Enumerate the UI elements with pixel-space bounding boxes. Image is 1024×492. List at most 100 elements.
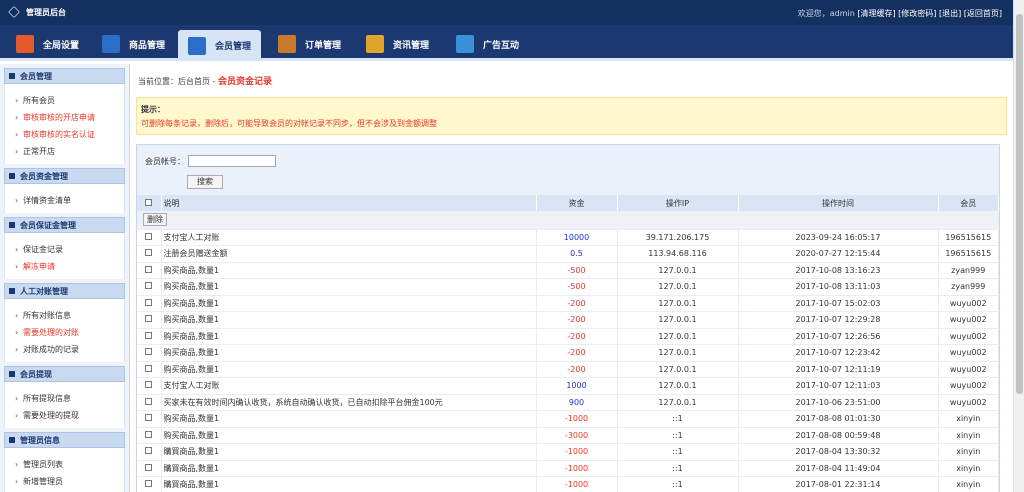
sidebar-item[interactable]: 保证金记录 xyxy=(5,241,124,258)
row-checkbox[interactable] xyxy=(145,331,153,339)
row-member: xinyin xyxy=(938,427,999,444)
row-select-cell xyxy=(137,245,162,263)
row-ip: 127.0.0.1 xyxy=(617,328,739,345)
row-checkbox[interactable] xyxy=(145,397,153,405)
logout-link[interactable]: [退出] xyxy=(939,9,961,18)
sidebar-item[interactable]: 正常开店 xyxy=(5,143,124,160)
row-description: 购买商品,数量1 xyxy=(161,410,537,428)
row-ip: ::1 xyxy=(617,460,739,477)
row-time: 2017-08-04 13:30:32 xyxy=(738,443,939,461)
grid-icon xyxy=(102,35,120,53)
row-amount: 1000 xyxy=(536,377,618,395)
tab-3[interactable]: 订单管理 xyxy=(268,30,351,58)
sidebar-section-title: 会员保证金管理 xyxy=(20,220,76,230)
row-checkbox[interactable] xyxy=(145,282,153,290)
row-member: zyan999 xyxy=(938,278,999,296)
sidebar-section-3[interactable]: 人工对账管理 xyxy=(4,283,125,299)
row-checkbox[interactable] xyxy=(145,265,153,273)
sidebar-section-1[interactable]: 会员资金管理 xyxy=(4,168,125,184)
sidebar-item[interactable]: 新增管理员 xyxy=(5,473,124,490)
sidebar-section-title: 会员提现 xyxy=(20,369,52,379)
sidebar-item[interactable]: 所有提现信息 xyxy=(5,390,124,407)
row-checkbox[interactable] xyxy=(145,364,153,372)
row-checkbox[interactable] xyxy=(145,249,153,257)
sidebar-item[interactable]: 对账成功的记录 xyxy=(5,341,124,358)
sidebar-item[interactable]: 需要处理的对账 xyxy=(5,324,124,341)
row-checkbox[interactable] xyxy=(145,348,153,356)
row-checkbox[interactable] xyxy=(145,414,153,422)
row-ip: 127.0.0.1 xyxy=(617,361,739,378)
row-select-cell xyxy=(137,295,162,312)
section-bullet-icon xyxy=(9,288,15,294)
row-time: 2017-08-08 01:01:30 xyxy=(738,410,939,428)
row-description: 支付宝人工对账 xyxy=(161,377,537,395)
row-member: wuyu002 xyxy=(938,344,999,362)
row-description: 購買商品,數量1 xyxy=(161,476,537,492)
sidebar-section-2[interactable]: 会员保证金管理 xyxy=(4,217,125,233)
scrollbar-thumb[interactable] xyxy=(1016,14,1023,394)
tab-2[interactable]: 会员管理 xyxy=(178,30,262,61)
row-amount: -200 xyxy=(536,344,618,362)
sidebar-section-body: 管理员列表新增管理员 xyxy=(4,448,125,492)
row-member: xinyin xyxy=(938,443,999,461)
row-member: xinyin xyxy=(938,460,999,477)
col-member: 会员 xyxy=(938,195,999,211)
briefcase-icon xyxy=(366,35,384,53)
row-time: 2017-10-07 12:26:56 xyxy=(738,328,939,345)
sidebar-section-4[interactable]: 会员提现 xyxy=(4,366,125,382)
row-checkbox[interactable] xyxy=(145,381,153,389)
row-member: wuyu002 xyxy=(938,295,999,312)
table-header-row: 说明 资金 操作IP 操作时间 会员 xyxy=(137,195,999,211)
records-panel: 会员帐号： 搜索 说明 资金 操作IP 操作时间 会员 删除 支付宝人工对账 10… xyxy=(136,144,1000,492)
row-ip: 127.0.0.1 xyxy=(617,262,739,279)
tab-label: 订单管理 xyxy=(305,40,342,51)
tab-4[interactable]: 资讯管理 xyxy=(356,30,439,58)
tab-label: 全局设置 xyxy=(43,40,80,51)
back-home-link[interactable]: [返回首页] xyxy=(964,9,1002,18)
col-description: 说明 xyxy=(161,195,537,211)
row-checkbox[interactable] xyxy=(145,232,153,240)
row-member: 196515615 xyxy=(938,229,999,246)
sidebar-item[interactable]: 解冻申请 xyxy=(5,258,124,275)
row-checkbox[interactable] xyxy=(145,298,153,306)
sidebar-item[interactable]: 审核审核的实名认证 xyxy=(5,126,124,143)
change-password-link[interactable]: [修改密码] xyxy=(898,9,936,18)
col-time: 操作时间 xyxy=(738,195,939,211)
table-row: 购买商品,数量1 -3000::1 2017-08-08 00:59:48 xinyi… xyxy=(137,427,999,444)
row-checkbox[interactable] xyxy=(145,480,153,488)
clear-cache-link[interactable]: [清理缓存] xyxy=(857,9,895,18)
page-scrollbar[interactable] xyxy=(1013,0,1024,492)
sidebar-item[interactable]: 所有对账信息 xyxy=(5,307,124,324)
sidebar-item[interactable]: 所有会员 xyxy=(5,92,124,109)
sidebar-item[interactable]: 审核审核的开店申请 xyxy=(5,109,124,126)
tab-5[interactable]: 广告互动 xyxy=(446,30,529,58)
sidebar-section-0[interactable]: 会员管理 xyxy=(4,68,125,84)
row-checkbox[interactable] xyxy=(145,430,153,438)
row-time: 2017-10-07 15:02:03 xyxy=(738,295,939,312)
sidebar-item[interactable]: 需要处理的提现 xyxy=(5,407,124,424)
top-links: 欢迎您，admin [清理缓存] [修改密码] [退出] [返回首页] xyxy=(798,8,1002,19)
delete-button[interactable]: 删除 xyxy=(143,213,167,227)
tab-1[interactable]: 商品管理 xyxy=(92,30,175,58)
tip-box: 提示： 可删除每条记录，删除后，可能导致会员的对帐记录不同步，但不会涉及到金额调… xyxy=(136,97,1007,135)
sidebar-item[interactable]: 详情资金清单 xyxy=(5,192,124,209)
row-ip: 127.0.0.1 xyxy=(617,295,739,312)
row-description: 购买商品,数量1 xyxy=(161,361,537,378)
sidebar-section-5[interactable]: 管理员信息 xyxy=(4,432,125,448)
monitor-icon xyxy=(456,35,474,53)
member-account-input[interactable] xyxy=(188,155,276,167)
main-content: 当前位置：后台首页 - 会员资金记录 提示： 可删除每条记录，删除后，可能导致会… xyxy=(131,64,1013,492)
tab-0[interactable]: 全局设置 xyxy=(6,30,89,58)
row-checkbox[interactable] xyxy=(145,463,153,471)
sidebar-section-body: 保证金记录解冻申请 xyxy=(4,233,125,279)
select-all-checkbox[interactable] xyxy=(145,198,153,206)
sidebar-item[interactable]: 管理员列表 xyxy=(5,456,124,473)
row-checkbox[interactable] xyxy=(145,315,153,323)
search-row: 会员帐号： xyxy=(145,155,276,167)
search-button[interactable]: 搜索 xyxy=(187,175,223,189)
table-row: 購買商品,數量1 -1000::1 2017-08-01 22:31:14 xinyi… xyxy=(137,476,999,492)
table-row: 购买商品,数量1 -200 127.0.0.1 2017-10-07 12:29:28… xyxy=(137,311,999,329)
row-time: 2017-10-07 12:23:42 xyxy=(738,344,939,362)
row-checkbox[interactable] xyxy=(145,447,153,455)
col-ip: 操作IP xyxy=(617,195,739,211)
